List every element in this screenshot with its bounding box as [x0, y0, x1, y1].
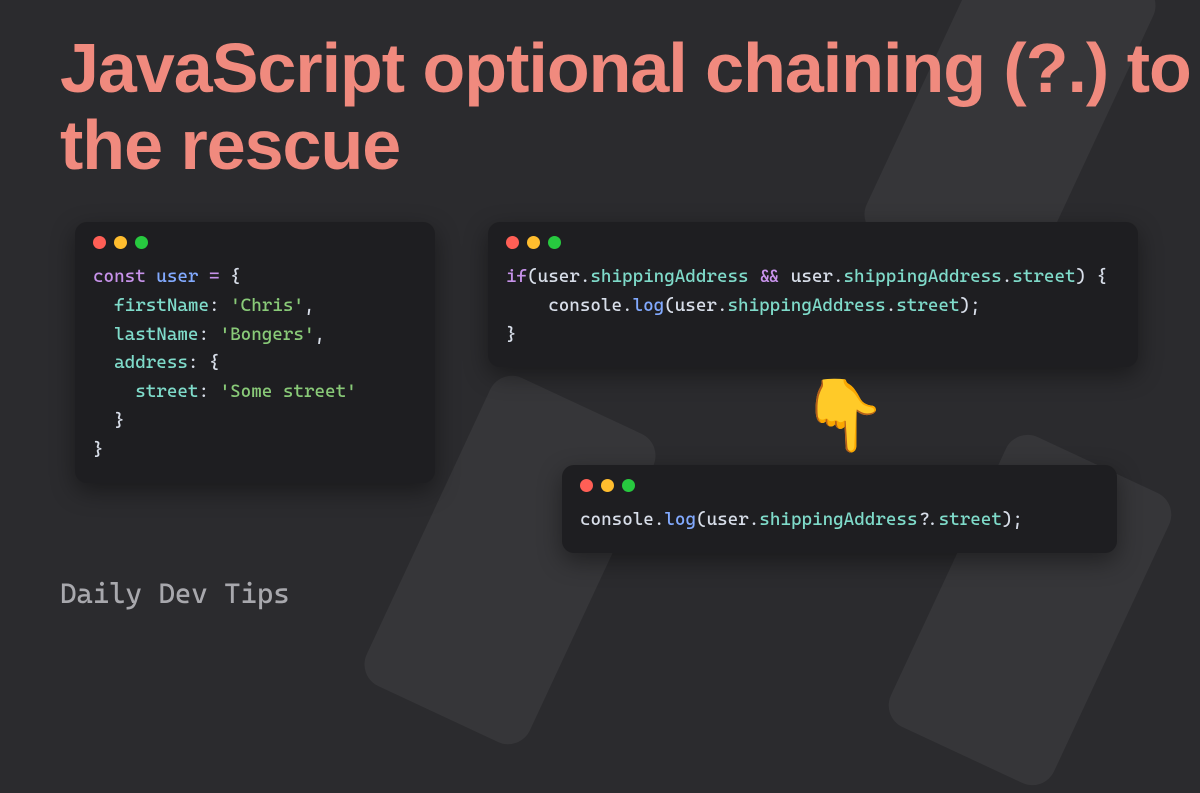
traffic-lights	[580, 479, 1099, 492]
minimize-icon	[114, 236, 127, 249]
close-icon	[506, 236, 519, 249]
maximize-icon	[548, 236, 561, 249]
pointing-down-icon: 👇	[800, 375, 887, 457]
close-icon	[93, 236, 106, 249]
minimize-icon	[601, 479, 614, 492]
traffic-lights	[93, 236, 417, 249]
code-window-optional-chaining: console.log(user.shippingAddress?.street…	[562, 465, 1117, 553]
code-block: const user = { firstName: 'Chris', lastN…	[93, 263, 417, 465]
minimize-icon	[527, 236, 540, 249]
traffic-lights	[506, 236, 1120, 249]
code-block: console.log(user.shippingAddress?.street…	[580, 506, 1099, 535]
maximize-icon	[135, 236, 148, 249]
footer-brand: Daily Dev Tips	[60, 577, 290, 610]
page-title: JavaScript optional chaining (?.) to the…	[60, 30, 1200, 184]
code-window-if-check: if(user.shippingAddress && user.shipping…	[488, 222, 1138, 367]
code-window-user-object: const user = { firstName: 'Chris', lastN…	[75, 222, 435, 483]
maximize-icon	[622, 479, 635, 492]
close-icon	[580, 479, 593, 492]
code-block: if(user.shippingAddress && user.shipping…	[506, 263, 1120, 349]
